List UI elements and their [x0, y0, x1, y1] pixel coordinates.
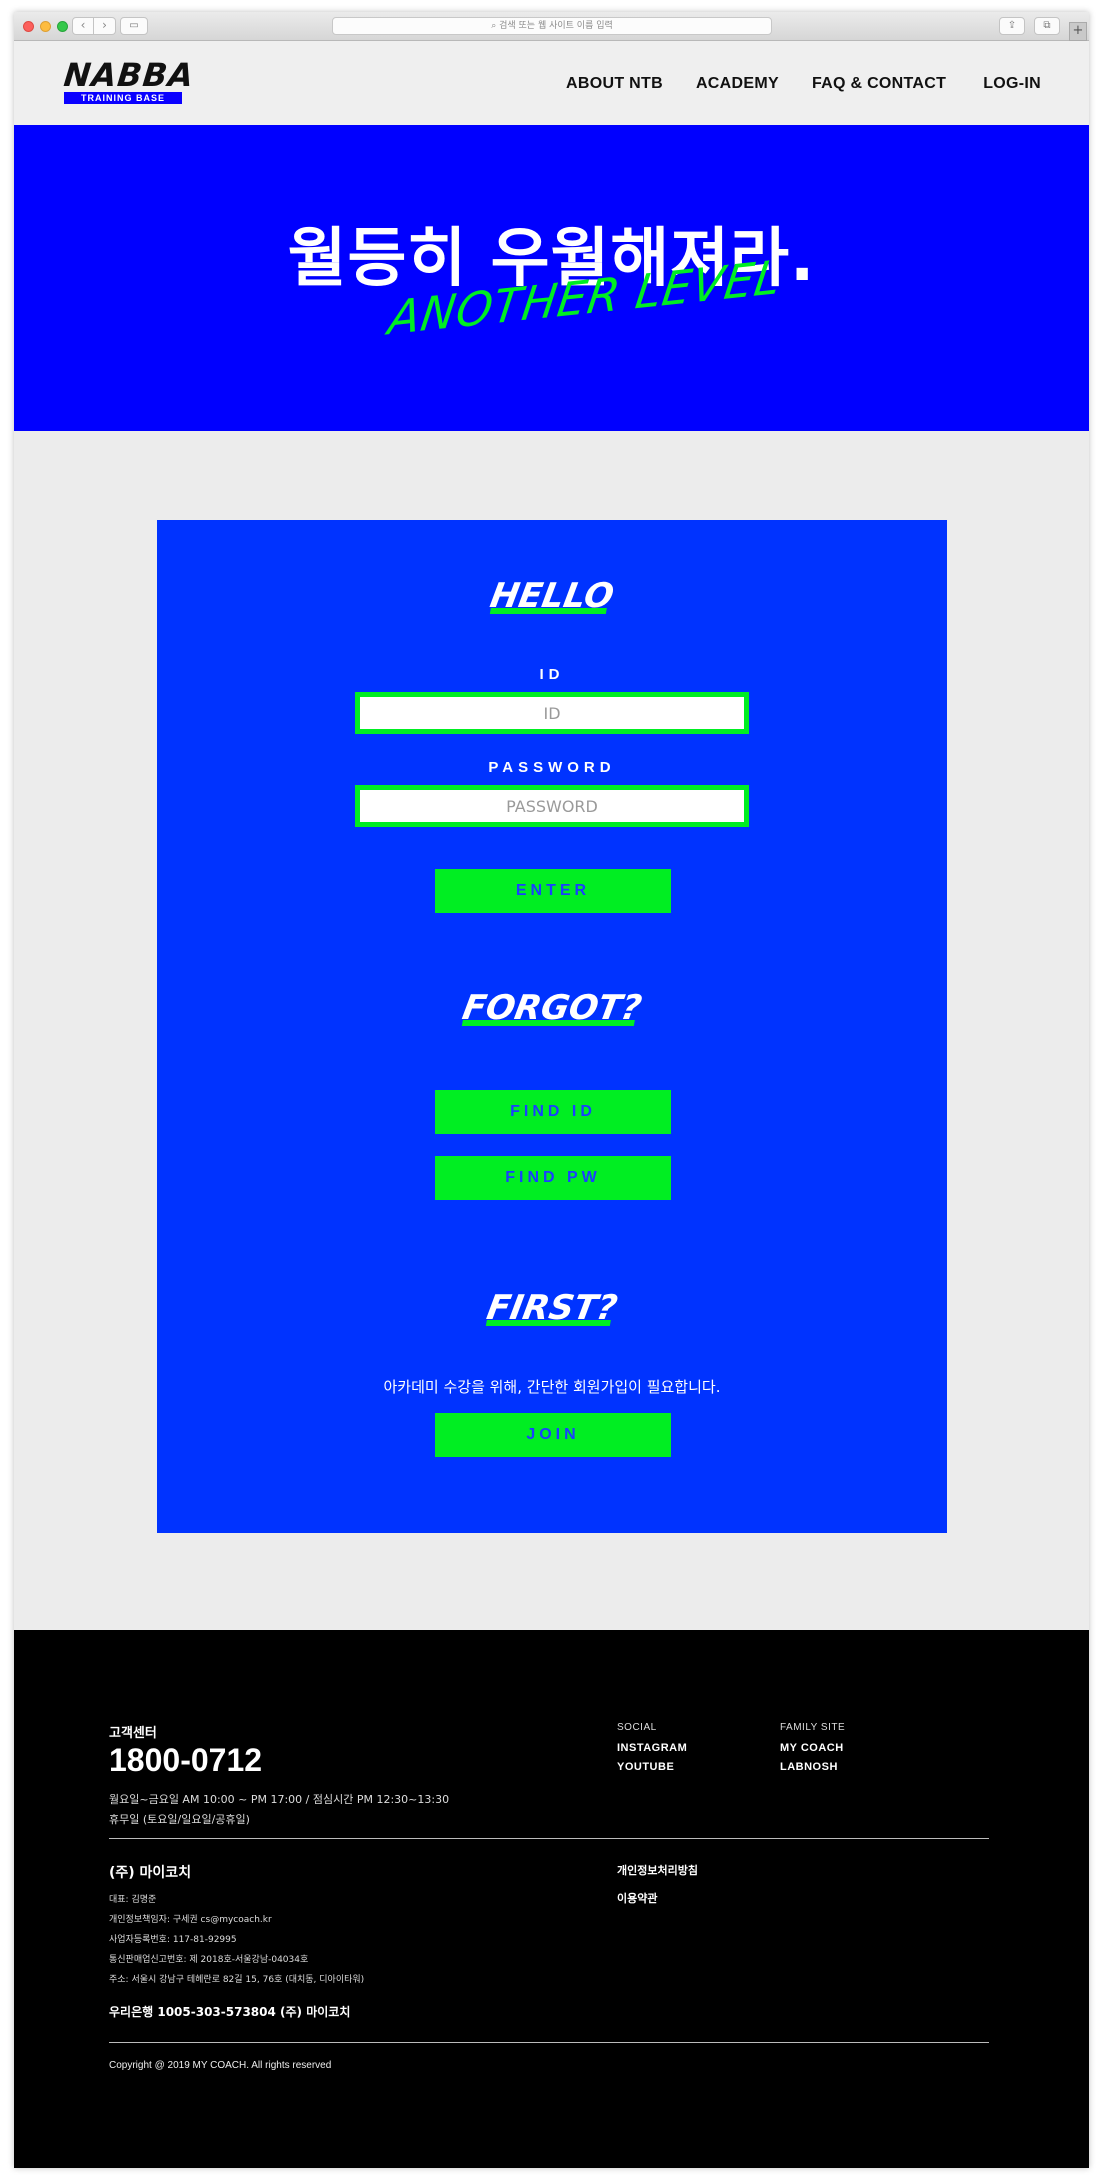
family-site-heading: FAMILY SITE [780, 1722, 846, 1733]
site-logo[interactable]: NABBA TRAINING BASE [62, 56, 197, 104]
hero-banner: 월등히 우월해져라. ANOTHER LEVEL [14, 125, 1089, 431]
copyright: Copyright @ 2019 MY COACH. All rights re… [109, 2060, 332, 2071]
my-coach-link[interactable]: MY COACH [780, 1742, 844, 1754]
forgot-title: FORGOT? [459, 988, 645, 1028]
company-bank-account: 우리은행 1005-303-573804 (주) 마이코치 [109, 2005, 351, 2019]
privacy-policy-link[interactable]: 개인정보처리방침 [617, 1862, 698, 1878]
forgot-heading: FORGOT? [153, 988, 950, 1028]
company-address: 주소: 서울시 강남구 테헤란로 82길 15, 76호 (대치동, 디아이타워… [109, 1975, 365, 1985]
nav-login[interactable]: LOG-IN [983, 75, 1041, 93]
find-pw-button[interactable]: FIND PW [435, 1156, 671, 1200]
customer-center-closed-days: 휴무일 (토요일/일요일/공휴일) [109, 1813, 250, 1826]
company-privacy-officer: 개인정보책임자: 구세권 cs@mycoach.kr [109, 1915, 272, 1925]
password-field [355, 785, 749, 827]
find-id-button[interactable]: FIND ID [435, 1090, 671, 1134]
enter-button[interactable]: ENTER [435, 869, 671, 913]
login-card: HELLO ID PASSWORD ENTER FORGOT? FIND ID … [157, 520, 947, 1533]
first-heading: FIRST? [153, 1288, 950, 1328]
hello-heading: HELLO [153, 576, 950, 616]
hello-title: HELLO [487, 576, 617, 616]
company-mail-order-number: 통신판매업신고번호: 제 2018호-서울강남-04034호 [109, 1955, 309, 1965]
tabs-overview-icon[interactable]: ⧉ [1034, 17, 1060, 35]
new-tab-icon[interactable]: + [1069, 22, 1087, 41]
id-label: ID [539, 666, 565, 683]
company-ceo: 대표: 김명준 [109, 1895, 157, 1905]
close-window-button[interactable] [23, 21, 34, 32]
address-placeholder: 검색 또는 웹 사이트 이름 입력 [499, 21, 613, 31]
password-label: PASSWORD [488, 759, 616, 776]
id-input[interactable] [360, 697, 744, 729]
customer-center-hours: 월요일~금요일 AM 10:00 ~ PM 17:00 / 점심시간 PM 12… [109, 1793, 450, 1806]
share-icon[interactable]: ⇪ [999, 17, 1025, 35]
nav-about-ntb[interactable]: ABOUT NTB [566, 75, 663, 93]
history-nav: ‹ › [72, 17, 116, 35]
terms-link[interactable]: 이용약관 [617, 1890, 657, 1906]
labnosh-link[interactable]: LABNOSH [780, 1761, 838, 1773]
youtube-link[interactable]: YOUTUBE [617, 1761, 674, 1773]
site-header: NABBA TRAINING BASE ABOUT NTB ACADEMY FA… [14, 41, 1089, 125]
browser-window: ‹ › ▭ ⌕ 검색 또는 웹 사이트 이름 입력 ⇪ ⧉ + NABBA TR… [14, 12, 1089, 2168]
social-heading: SOCIAL [617, 1722, 657, 1733]
company-business-number: 사업자등록번호: 117-81-92995 [109, 1935, 237, 1945]
id-field [355, 692, 749, 734]
logo-main-text: NABBA [62, 56, 197, 94]
company-name: (주) 마이코치 [109, 1865, 192, 1881]
nav-faq-contact[interactable]: FAQ & CONTACT [812, 75, 946, 93]
nav-academy[interactable]: ACADEMY [696, 75, 779, 93]
site-footer: 고객센터 1800-0712 월요일~금요일 AM 10:00 ~ PM 17:… [14, 1630, 1089, 2168]
customer-center-phone: 1800-0712 [109, 1742, 263, 1778]
password-input[interactable] [360, 790, 744, 822]
footer-divider-bottom [109, 2042, 989, 2043]
forward-icon[interactable]: › [94, 17, 116, 35]
sidebar-icon[interactable]: ▭ [120, 17, 148, 35]
address-bar[interactable]: ⌕ 검색 또는 웹 사이트 이름 입력 [332, 17, 772, 35]
back-icon[interactable]: ‹ [72, 17, 94, 35]
search-icon: ⌕ [491, 21, 500, 31]
customer-center-label: 고객센터 [109, 1726, 157, 1741]
minimize-window-button[interactable] [40, 21, 51, 32]
join-note: 아카데미 수강을 위해, 간단한 회원가입이 필요합니다. [383, 1378, 721, 1396]
join-button[interactable]: JOIN [435, 1413, 671, 1457]
maximize-window-button[interactable] [57, 21, 68, 32]
main-content: HELLO ID PASSWORD ENTER FORGOT? FIND ID … [14, 431, 1089, 1630]
main-nav: ABOUT NTB ACADEMY FAQ & CONTACT LOG-IN [566, 75, 1041, 93]
browser-toolbar: ‹ › ▭ ⌕ 검색 또는 웹 사이트 이름 입력 ⇪ ⧉ + [14, 12, 1089, 41]
instagram-link[interactable]: INSTAGRAM [617, 1742, 687, 1754]
window-controls [23, 21, 68, 32]
first-title: FIRST? [483, 1288, 621, 1328]
footer-divider [109, 1838, 989, 1839]
